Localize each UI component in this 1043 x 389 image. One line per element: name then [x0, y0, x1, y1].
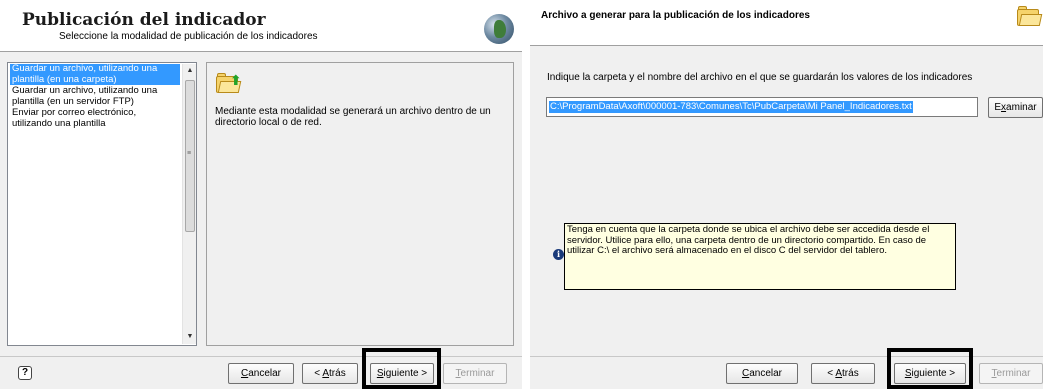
next-button-highlight	[362, 348, 441, 389]
folder-upload-icon: ⬆	[216, 73, 242, 95]
button-label: trás	[842, 368, 859, 379]
wizard-page-publication-mode: Publicación del indicador Seleccione la …	[0, 0, 522, 389]
back-button[interactable]: < Atrás	[811, 363, 875, 384]
list-scrollbar[interactable]: ▲ ≡ ▼	[182, 64, 196, 344]
next-button-highlight	[887, 348, 973, 389]
footer-divider	[0, 356, 522, 357]
list-item-save-folder[interactable]: Guardar un archivo, utilizando una plant…	[10, 63, 180, 85]
help-icon[interactable]: ?	[18, 366, 32, 380]
scroll-down-icon[interactable]: ▼	[183, 330, 197, 344]
button-label: erminar	[460, 368, 495, 379]
mode-description-panel: ⬆ Mediante esta modalidad se generará un…	[206, 62, 514, 346]
list-item-send-email[interactable]: Enviar por correo electrónico, utilizand…	[10, 107, 180, 129]
finish-button[interactable]: Terminar	[979, 363, 1043, 384]
file-path-input[interactable]: C:\ProgramData\Axoft\000001-783\Comunes\…	[546, 97, 978, 117]
button-label: ancelar	[749, 368, 783, 379]
button-label: ancelar	[248, 368, 282, 379]
folder-upload-icon	[1017, 6, 1043, 28]
scroll-up-icon[interactable]: ▲	[183, 64, 197, 78]
button-label: aminar	[1006, 102, 1037, 113]
server-path-note: Tenga en cuenta que la carpeta donde se …	[564, 223, 956, 290]
wizard-page-output-file: Archivo a generar para la publicación de…	[530, 0, 1043, 389]
wizard-header: Publicación del indicador Seleccione la …	[0, 0, 522, 52]
back-button[interactable]: < Atrás	[302, 363, 358, 384]
mode-description: Mediante esta modalidad se generará un a…	[215, 106, 491, 128]
browse-button[interactable]: Examinar	[988, 97, 1043, 118]
list-item-save-ftp[interactable]: Guardar un archivo, utilizando una plant…	[10, 85, 180, 107]
grip-icon: ≡	[187, 150, 192, 157]
button-label: erminar	[996, 368, 1031, 379]
file-path-value: C:\ProgramData\Axoft\000001-783\Comunes\…	[549, 101, 913, 113]
page-subtitle: Seleccione la modalidad de publicación d…	[59, 31, 318, 42]
scroll-thumb[interactable]: ≡	[185, 80, 195, 232]
page-title: Archivo a generar para la publicación de…	[541, 10, 810, 21]
file-prompt-label: Indique la carpeta y el nombre del archi…	[547, 72, 973, 83]
globe-icon	[484, 14, 514, 44]
wizard-header: Archivo a generar para la publicación de…	[530, 0, 1043, 46]
cancel-button[interactable]: Cancelar	[726, 363, 798, 384]
info-icon: i	[553, 249, 564, 260]
page-title: Publicación del indicador	[22, 10, 266, 30]
button-label: trás	[329, 368, 346, 379]
cancel-button[interactable]: Cancelar	[228, 363, 294, 384]
publication-mode-list[interactable]: Guardar un archivo, utilizando una plant…	[7, 62, 197, 346]
finish-button[interactable]: Terminar	[443, 363, 507, 384]
